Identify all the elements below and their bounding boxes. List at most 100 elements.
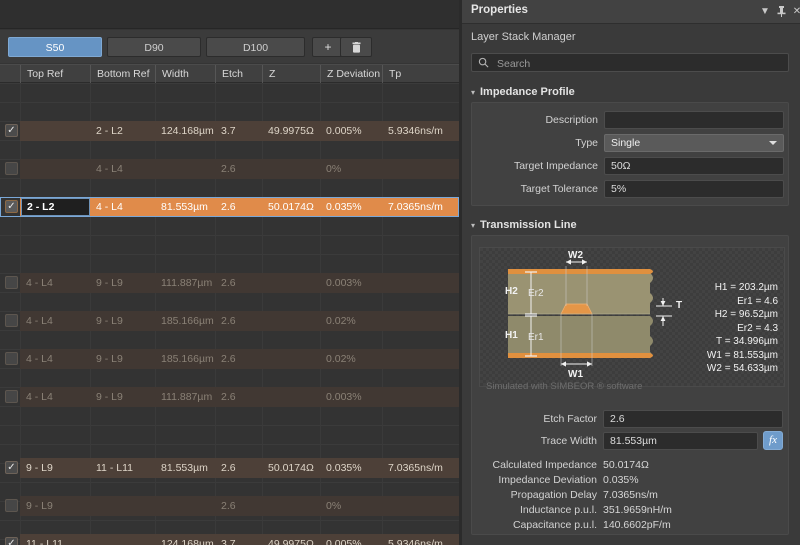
cell-z[interactable] (262, 159, 320, 179)
table-row[interactable]: ✓ 9 - L9 11 - L11 81.553µm 2.6 50.0174Ω 0.035%… (0, 458, 459, 478)
search-box[interactable] (471, 53, 789, 73)
cell-width[interactable] (155, 159, 215, 179)
cell-bottom-ref[interactable]: 4 - L4 (90, 197, 155, 217)
impedance-table-body[interactable]: ✓ 2 - L2 124.168µm 3.7 49.9975Ω 0.005% 5.9346n… (0, 83, 459, 545)
cell-z[interactable] (262, 387, 320, 407)
row-checkbox[interactable] (5, 499, 18, 512)
cell-z[interactable] (262, 349, 320, 369)
cell-etch[interactable]: 2.6 (215, 387, 262, 407)
table-row[interactable]: 9 - L9 2.6 0% (0, 496, 459, 516)
formula-fx-button[interactable]: fx (763, 431, 783, 450)
cell-bottom-ref[interactable] (90, 496, 155, 516)
target-tolerance-field[interactable]: 5% (604, 180, 784, 198)
row-checkbox[interactable]: ✓ (5, 461, 18, 474)
col-z-deviation[interactable]: Z Deviation (320, 65, 382, 83)
chevron-down-icon[interactable]: ▼ (759, 6, 771, 18)
cell-width[interactable]: 111.887µm (155, 387, 215, 407)
col-z[interactable]: Z (262, 65, 320, 83)
cell-width[interactable]: 124.168µm (155, 534, 215, 545)
cell-top-ref[interactable]: 4 - L4 (20, 349, 90, 369)
cell-z-deviation[interactable]: 0.005% (320, 121, 382, 141)
section-transmission-line[interactable]: ▾ Transmission Line (471, 219, 577, 231)
cell-z[interactable]: 50.0174Ω (262, 458, 320, 478)
table-row[interactable]: 4 - L4 9 - L9 111.887µm 2.6 0.003% (0, 273, 459, 293)
cell-width[interactable]: 81.553µm (155, 458, 215, 478)
cell-z-deviation[interactable]: 0.003% (320, 387, 382, 407)
cell-bottom-ref[interactable]: 4 - L4 (90, 159, 155, 179)
cell-tp[interactable] (382, 159, 459, 179)
cell-top-ref[interactable]: 4 - L4 (20, 273, 90, 293)
target-impedance-field[interactable]: 50Ω (604, 157, 784, 175)
cell-tp[interactable]: 7.0365ns/m (382, 197, 459, 217)
inline-edit-field[interactable]: 2 - L2 (21, 198, 90, 216)
cell-tp[interactable] (382, 349, 459, 369)
tab-d90[interactable]: D90 (107, 37, 201, 57)
col-etch[interactable]: Etch (215, 65, 262, 83)
cell-tp[interactable] (382, 387, 459, 407)
col-top-ref[interactable]: Top Ref (20, 65, 90, 83)
cell-z-deviation[interactable]: 0% (320, 496, 382, 516)
table-row[interactable]: ✓ 2 - L2 124.168µm 3.7 49.9975Ω 0.005% 5.9346n… (0, 121, 459, 141)
cell-tp[interactable] (382, 496, 459, 516)
cell-etch[interactable]: 2.6 (215, 349, 262, 369)
tab-s50[interactable]: S50 (8, 37, 102, 57)
etch-factor-field[interactable]: 2.6 (603, 410, 783, 428)
cell-bottom-ref[interactable]: 9 - L9 (90, 349, 155, 369)
cell-z[interactable] (262, 311, 320, 331)
cell-bottom-ref[interactable]: 9 - L9 (90, 387, 155, 407)
col-tp[interactable]: Tp (382, 65, 459, 83)
type-select[interactable]: Single (604, 134, 784, 152)
cell-tp[interactable]: 5.9346ns/m (382, 121, 459, 141)
table-row[interactable]: 4 - L4 9 - L9 185.166µm 2.6 0.02% (0, 349, 459, 369)
cell-top-ref[interactable]: 9 - L9 (20, 458, 90, 478)
cell-z-deviation[interactable]: 0.02% (320, 311, 382, 331)
cell-etch[interactable]: 2.6 (215, 197, 262, 217)
col-bottom-ref[interactable]: Bottom Ref (90, 65, 155, 83)
cell-top-ref[interactable]: 11 - L11 (20, 534, 90, 545)
cell-tp[interactable] (382, 273, 459, 293)
cell-etch[interactable]: 2.6 (215, 159, 262, 179)
cell-etch[interactable]: 3.7 (215, 121, 262, 141)
cell-etch[interactable]: 2.6 (215, 458, 262, 478)
cell-width[interactable]: 124.168µm (155, 121, 215, 141)
table-row[interactable]: ✓ 11 - L11 124.168µm 3.7 49.9975Ω 0.005% 5.934… (0, 534, 459, 545)
cell-width[interactable]: 185.166µm (155, 349, 215, 369)
cell-bottom-ref[interactable] (90, 534, 155, 545)
cell-etch[interactable]: 2.6 (215, 496, 262, 516)
cell-top-ref[interactable]: 4 - L4 (20, 311, 90, 331)
cell-bottom-ref[interactable]: 11 - L11 (90, 458, 155, 478)
tab-d100[interactable]: D100 (206, 37, 305, 57)
search-input[interactable] (495, 54, 787, 73)
table-row[interactable]: 4 - L4 9 - L9 185.166µm 2.6 0.02% (0, 311, 459, 331)
cell-z[interactable] (262, 496, 320, 516)
cell-z-deviation[interactable]: 0.003% (320, 273, 382, 293)
row-checkbox[interactable] (5, 390, 18, 403)
cell-etch[interactable]: 3.7 (215, 534, 262, 545)
cell-tp[interactable]: 5.9346ns/m (382, 534, 459, 545)
table-row[interactable]: 4 - L4 2.6 0% (0, 159, 459, 179)
section-impedance-profile[interactable]: ▾ Impedance Profile (471, 86, 575, 98)
close-icon[interactable]: ✕ (791, 6, 800, 18)
row-checkbox[interactable] (5, 314, 18, 327)
cell-bottom-ref[interactable]: 2 - L2 (90, 121, 155, 141)
cell-bottom-ref[interactable]: 9 - L9 (90, 273, 155, 293)
cell-top-ref[interactable] (20, 121, 90, 141)
delete-profile-button[interactable] (340, 37, 372, 57)
cell-etch[interactable]: 2.6 (215, 273, 262, 293)
row-checkbox[interactable] (5, 276, 18, 289)
cell-width[interactable]: 111.887µm (155, 273, 215, 293)
row-checkbox[interactable] (5, 162, 18, 175)
cell-z-deviation[interactable]: 0.005% (320, 534, 382, 545)
cell-width[interactable] (155, 496, 215, 516)
cell-z-deviation[interactable]: 0.035% (320, 197, 382, 217)
trace-width-field[interactable]: 81.553µm (603, 432, 758, 450)
table-row[interactable]: 4 - L4 9 - L9 111.887µm 2.6 0.003% (0, 387, 459, 407)
pin-icon[interactable] (775, 6, 787, 18)
cell-width[interactable]: 185.166µm (155, 311, 215, 331)
cell-z-deviation[interactable]: 0.02% (320, 349, 382, 369)
cell-z-deviation[interactable]: 0.035% (320, 458, 382, 478)
cell-top-ref[interactable] (20, 159, 90, 179)
cell-top-ref[interactable]: 4 - L4 (20, 387, 90, 407)
cell-tp[interactable] (382, 311, 459, 331)
cell-width[interactable]: 81.553µm (155, 197, 215, 217)
